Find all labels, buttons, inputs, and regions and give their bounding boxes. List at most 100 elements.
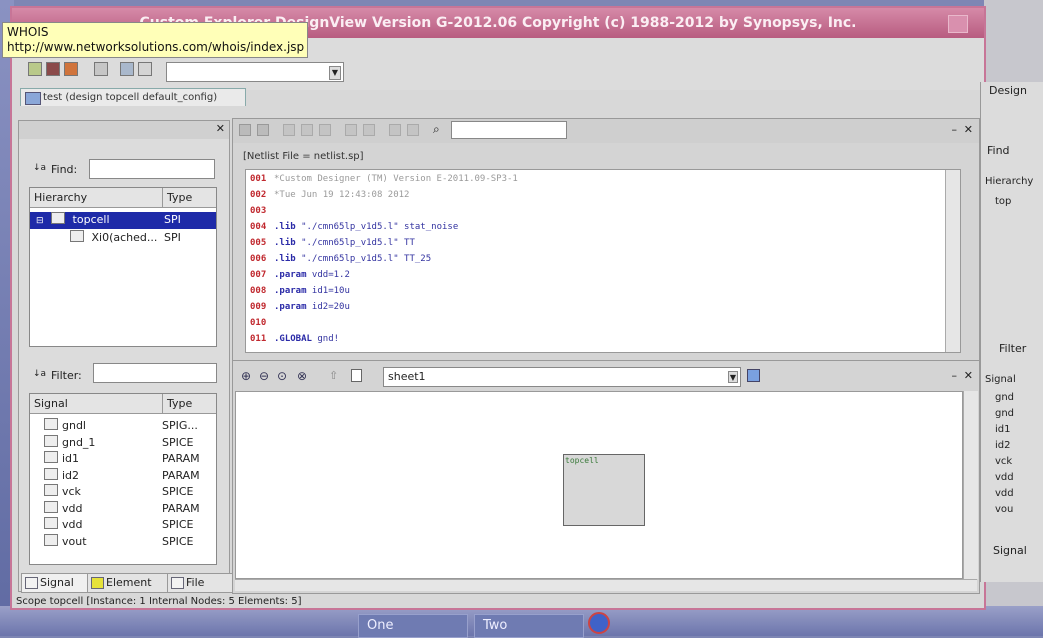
line-number: 011 [250,334,267,344]
signal-name: gnd_1 [62,435,96,449]
list-item[interactable]: gnd_1 SPICE [44,434,214,452]
copy-icon[interactable] [239,124,251,136]
list-item[interactable]: vou [995,502,1014,518]
schematic-panel: ⊕ ⊖ ⊙ ⊗ ⇧ sheet1 ▼ – ✕ topcell [232,360,980,594]
tree-item[interactable]: top [995,196,1011,207]
tab-document-label: test (design topcell default_config) [43,92,218,103]
zoom-out-icon[interactable]: ⊖ [259,369,269,383]
open-icon[interactable] [28,62,42,76]
netlist-code-view[interactable]: 001 *Custom Designer (TM) Version E-2011.… [245,169,961,353]
column-hierarchy[interactable]: Hierarchy [34,188,87,208]
code-keyword: .param [274,302,307,312]
sheet-select[interactable]: sheet1 ▼ [383,367,741,387]
zoom-in-icon[interactable]: ⊕ [241,369,251,383]
wrap-icon[interactable] [389,124,401,136]
vertical-scrollbar[interactable] [963,391,978,579]
binoculars-icon[interactable]: ⌕ [433,122,445,136]
schematic-canvas[interactable]: topcell [235,391,963,579]
up-level-icon[interactable]: ⇧ [329,369,338,382]
tab-file[interactable]: File [167,573,239,593]
code-line: 002 *Tue Jun 19 12:43:08 2012 [250,190,409,204]
list-item[interactable]: id1 PARAM [44,451,214,468]
column-signal[interactable]: Signal [34,394,68,414]
find-input[interactable] [89,159,215,179]
cut-icon[interactable] [94,62,108,76]
code-keyword: .lib [274,254,296,264]
line-number: 004 [250,222,267,232]
list-item[interactable]: gnd [995,406,1014,422]
zoom-select-icon[interactable]: ⊗ [297,369,307,383]
tab-file-label: File [186,576,205,589]
signal-name: id2 [62,468,80,482]
tree-row-instance[interactable]: Xi0(ached... SPI [30,230,216,247]
taskbar-item-one[interactable]: One [358,614,468,638]
page-icon[interactable] [351,369,362,382]
indent-icon[interactable] [283,124,295,136]
close-icon[interactable]: ✕ [964,123,973,136]
code-text: *Custom Designer (TM) Version E-2011.09-… [274,174,518,184]
tab-document[interactable]: test (design topcell default_config) [20,88,246,106]
outdent-icon[interactable] [301,124,313,136]
sort-icon[interactable]: ↓a [33,163,47,175]
vertical-scrollbar[interactable] [945,170,960,352]
column-type[interactable]: Type [162,394,192,414]
toolbar-combo[interactable]: ▼ [166,62,344,82]
list-item[interactable]: gndl SPIG... [44,418,214,435]
line-number: 001 [250,174,267,184]
sort-icon[interactable]: ↓a [33,369,47,381]
list-item[interactable]: vdd [995,470,1014,486]
tab-signal[interactable]: Signal [993,544,1027,557]
list-item[interactable]: vck SPICE [44,484,214,501]
print-icon[interactable] [64,62,78,76]
main-window: Custom Explorer DesignView Version G-201… [10,6,986,610]
column-type[interactable]: Type [162,188,192,208]
list-item[interactable]: id1 [995,422,1014,438]
bookmark-icon[interactable] [319,124,331,136]
close-icon[interactable]: ✕ [216,122,225,135]
zoom-fit-icon[interactable]: ⊙ [277,369,287,383]
save-icon[interactable] [46,62,60,76]
close-icon[interactable]: ✕ [964,369,973,382]
list-icon[interactable] [407,124,419,136]
list-item[interactable]: vdd PARAM [44,500,214,518]
taskbar-item-two[interactable]: Two [474,614,584,638]
code-text: id1=10u [306,286,350,296]
paste-icon[interactable] [257,124,269,136]
code-keyword: .param [274,270,307,280]
filter-input[interactable] [93,363,217,383]
chevron-down-icon[interactable]: ▼ [728,371,738,383]
topcell-symbol[interactable]: topcell [563,454,645,526]
tree-row-topcell[interactable]: ⊟ topcell SPI [30,212,216,229]
netlist-panel: ⌕ – ✕ [Netlist File = netlist.sp] 001 *Cu… [232,118,980,364]
list-item[interactable]: gnd [995,390,1014,406]
list-item[interactable]: vck [995,454,1014,470]
signal-type: SPICE [162,518,194,531]
tab-design[interactable]: Design [989,84,1027,97]
signal-icon [44,434,58,447]
list-item[interactable]: vdd SPICE [44,517,214,534]
netlist-search-input[interactable] [451,121,567,139]
whois-tooltip: WHOIS http://www.networksolutions.com/wh… [2,22,308,58]
up-icon[interactable] [345,124,357,136]
code-line: 005 .lib "./cmn65lp_v1d5.l" TT [250,238,415,252]
chevron-down-icon[interactable]: ▼ [329,66,341,80]
find-label: Find: [51,163,78,176]
list-item[interactable]: id2 PARAM [44,467,214,485]
list-item[interactable]: vout SPICE [44,533,214,551]
hierarchy-header: Hierarchy Type [30,188,216,208]
browser-icon[interactable] [588,612,610,634]
back-icon[interactable] [120,62,134,76]
signal-name: gndl [62,419,86,432]
collapse-icon[interactable]: ⊟ [36,216,44,226]
list-item[interactable]: vdd [995,486,1014,502]
forward-icon[interactable] [138,62,152,76]
down-icon[interactable] [363,124,375,136]
line-number: 003 [250,206,267,216]
panel-header: ✕ [19,121,229,139]
minimize-icon[interactable]: – [952,369,958,382]
horizontal-scrollbar[interactable] [235,579,977,591]
sheet-options-icon[interactable] [747,369,760,382]
list-item[interactable]: id2 [995,438,1014,454]
minimize-icon[interactable]: – [952,123,958,136]
minimize-button[interactable] [947,15,968,33]
